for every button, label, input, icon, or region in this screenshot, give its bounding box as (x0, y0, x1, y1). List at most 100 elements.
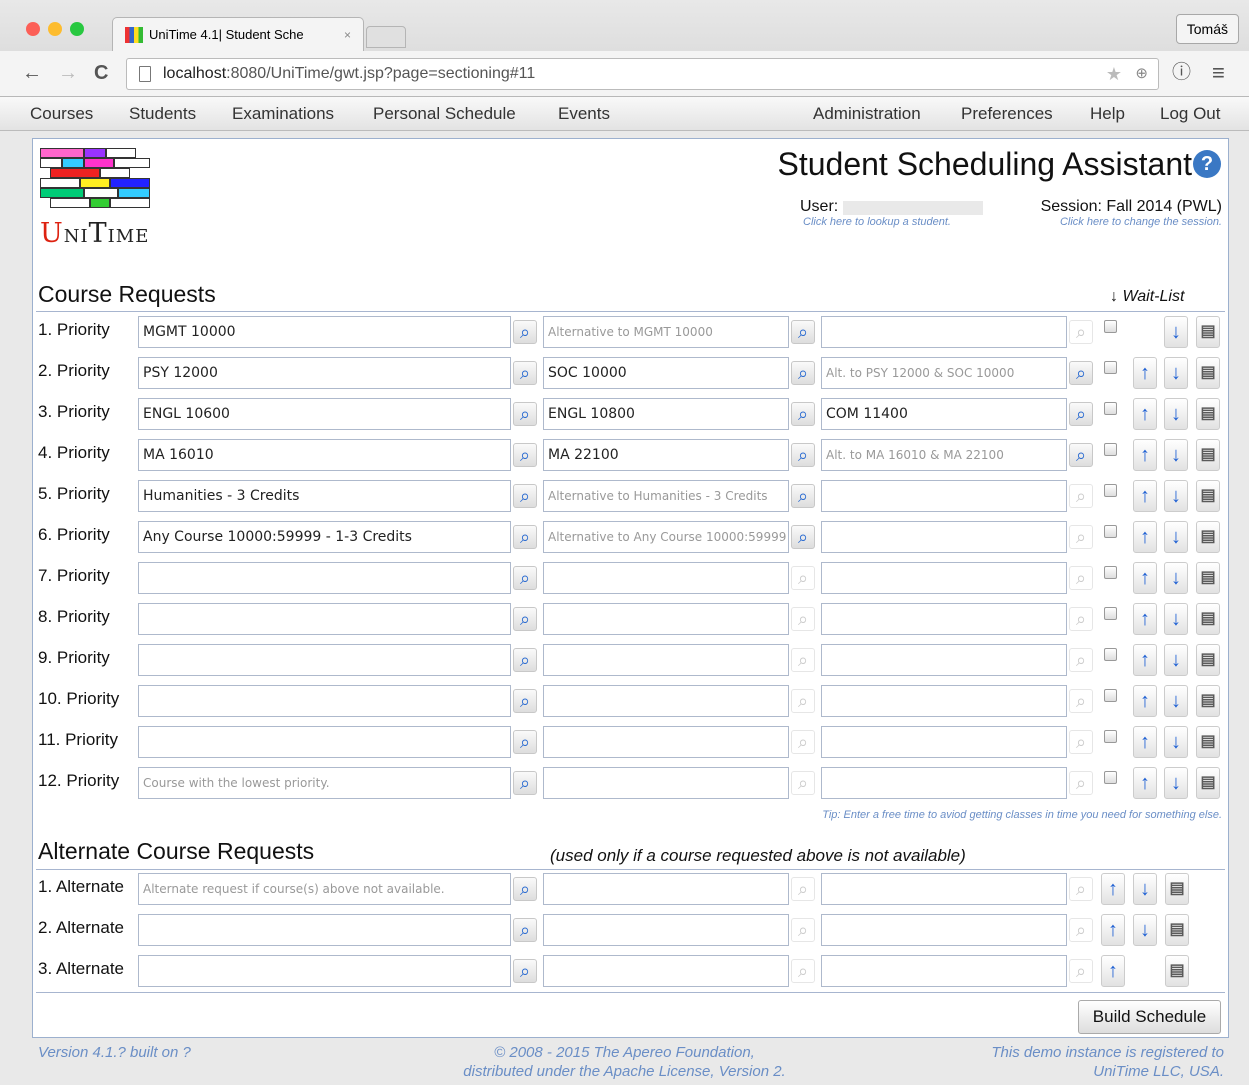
search-icon[interactable]: ⌕ (791, 877, 815, 901)
wait-list-checkbox[interactable] (1104, 484, 1117, 497)
search-icon[interactable]: ⌕ (791, 648, 815, 672)
search-icon[interactable]: ⌕ (791, 402, 815, 426)
forward-icon[interactable]: → (58, 61, 78, 85)
profile-button[interactable]: Tomáš (1175, 14, 1239, 44)
second-alternative-input[interactable] (821, 685, 1067, 717)
search-icon[interactable]: ⌕ (1069, 918, 1093, 942)
second-alternative-input[interactable]: Alt. to PSY 12000 & SOC 10000 (821, 357, 1067, 389)
second-alternative-input[interactable] (821, 914, 1067, 946)
browser-menu-icon[interactable]: ≡ (1212, 61, 1225, 85)
second-alternative-input[interactable]: Alt. to MA 16010 & MA 22100 (821, 439, 1067, 471)
course-input[interactable] (138, 726, 511, 758)
reload-icon[interactable]: C (94, 61, 108, 85)
alternative-course-input[interactable] (543, 644, 789, 676)
browser-tab[interactable]: UniTime 4.1| Student Sche × (112, 17, 364, 51)
back-icon[interactable]: ← (22, 61, 42, 85)
search-icon[interactable]: ⌕ (1069, 443, 1093, 467)
alternative-course-input[interactable] (543, 603, 789, 635)
search-icon[interactable]: ⌕ (513, 918, 537, 942)
alternative-course-input[interactable]: MA 22100 (543, 439, 789, 471)
search-icon[interactable]: ⌕ (513, 361, 537, 385)
zoom-icon[interactable]: ⊕ (1135, 59, 1148, 89)
move-up-button[interactable]: ↑ (1133, 603, 1157, 635)
alternative-course-input[interactable] (543, 955, 789, 987)
move-down-button[interactable]: ↓ (1164, 767, 1188, 799)
wait-list-checkbox[interactable] (1104, 689, 1117, 702)
move-up-button[interactable]: ↑ (1133, 357, 1157, 389)
search-icon[interactable]: ⌕ (513, 320, 537, 344)
course-input[interactable]: MGMT 10000 (138, 316, 511, 348)
alternative-course-input[interactable]: Alternative to Any Course 10000:59999 (543, 521, 789, 553)
search-icon[interactable]: ⌕ (513, 525, 537, 549)
bookmark-star-icon[interactable]: ★ (1106, 59, 1122, 89)
search-icon[interactable]: ⌕ (791, 525, 815, 549)
second-alternative-input[interactable] (821, 316, 1067, 348)
course-input[interactable]: PSY 12000 (138, 357, 511, 389)
search-icon[interactable]: ⌕ (1069, 771, 1093, 795)
search-icon[interactable]: ⌕ (791, 689, 815, 713)
delete-row-button[interactable]: ▤ (1196, 767, 1220, 799)
search-icon[interactable]: ⌕ (513, 689, 537, 713)
move-up-button[interactable]: ↑ (1133, 767, 1157, 799)
move-up-button[interactable]: ↑ (1133, 398, 1157, 430)
wait-list-checkbox[interactable] (1104, 771, 1117, 784)
course-input[interactable] (138, 685, 511, 717)
course-input[interactable]: Humanities - 3 Credits (138, 480, 511, 512)
delete-row-button[interactable]: ▤ (1196, 562, 1220, 594)
move-down-button[interactable]: ↓ (1164, 357, 1188, 389)
second-alternative-input[interactable] (821, 644, 1067, 676)
course-input[interactable]: Course with the lowest priority. (138, 767, 511, 799)
search-icon[interactable]: ⌕ (513, 443, 537, 467)
delete-row-button[interactable]: ▤ (1165, 873, 1189, 905)
search-icon[interactable]: ⌕ (1069, 484, 1093, 508)
search-icon[interactable]: ⌕ (513, 484, 537, 508)
second-alternative-input[interactable] (821, 955, 1067, 987)
move-down-button[interactable]: ↓ (1164, 562, 1188, 594)
course-input[interactable]: ENGL 10600 (138, 398, 511, 430)
search-icon[interactable]: ⌕ (513, 566, 537, 590)
search-icon[interactable]: ⌕ (1069, 648, 1093, 672)
wait-list-checkbox[interactable] (1104, 361, 1117, 374)
search-icon[interactable]: ⌕ (513, 402, 537, 426)
delete-row-button[interactable]: ▤ (1165, 914, 1189, 946)
search-icon[interactable]: ⌕ (791, 484, 815, 508)
delete-row-button[interactable]: ▤ (1196, 398, 1220, 430)
wait-list-checkbox[interactable] (1104, 648, 1117, 661)
user-lookup-link[interactable]: Click here to lookup a student. (803, 216, 951, 228)
search-icon[interactable]: ⌕ (513, 730, 537, 754)
wait-list-checkbox[interactable] (1104, 320, 1117, 333)
info-icon[interactable]: ⓘ (1172, 61, 1191, 85)
move-up-button[interactable]: ↑ (1133, 521, 1157, 553)
alternative-course-input[interactable]: SOC 10000 (543, 357, 789, 389)
second-alternative-input[interactable] (821, 726, 1067, 758)
alternate-course-input[interactable] (138, 955, 511, 987)
minimize-window-icon[interactable] (48, 22, 62, 36)
search-icon[interactable]: ⌕ (791, 918, 815, 942)
menu-students[interactable]: Students (129, 104, 196, 124)
delete-row-button[interactable]: ▤ (1196, 685, 1220, 717)
move-down-button[interactable]: ↓ (1164, 316, 1188, 348)
move-down-button[interactable]: ↓ (1164, 603, 1188, 635)
search-icon[interactable]: ⌕ (513, 607, 537, 631)
alternate-course-input[interactable] (138, 914, 511, 946)
move-up-button[interactable]: ↑ (1133, 726, 1157, 758)
wait-list-checkbox[interactable] (1104, 730, 1117, 743)
alternative-course-input[interactable] (543, 726, 789, 758)
delete-row-button[interactable]: ▤ (1196, 521, 1220, 553)
move-up-button[interactable]: ↑ (1133, 685, 1157, 717)
course-input[interactable]: Any Course 10000:59999 - 1-3 Credits (138, 521, 511, 553)
tab-close-icon[interactable]: × (344, 18, 351, 51)
search-icon[interactable]: ⌕ (1069, 959, 1093, 983)
move-down-button[interactable]: ↓ (1164, 480, 1188, 512)
alternative-course-input[interactable] (543, 685, 789, 717)
menu-courses[interactable]: Courses (30, 104, 93, 124)
search-icon[interactable]: ⌕ (791, 566, 815, 590)
move-up-button[interactable]: ↑ (1101, 873, 1125, 905)
move-down-button[interactable]: ↓ (1164, 521, 1188, 553)
alternative-course-input[interactable] (543, 767, 789, 799)
delete-row-button[interactable]: ▤ (1196, 439, 1220, 471)
menu-events[interactable]: Events (558, 104, 610, 124)
second-alternative-input[interactable] (821, 767, 1067, 799)
menu-help[interactable]: Help (1090, 104, 1125, 124)
alternate-course-input[interactable]: Alternate request if course(s) above not… (138, 873, 511, 905)
